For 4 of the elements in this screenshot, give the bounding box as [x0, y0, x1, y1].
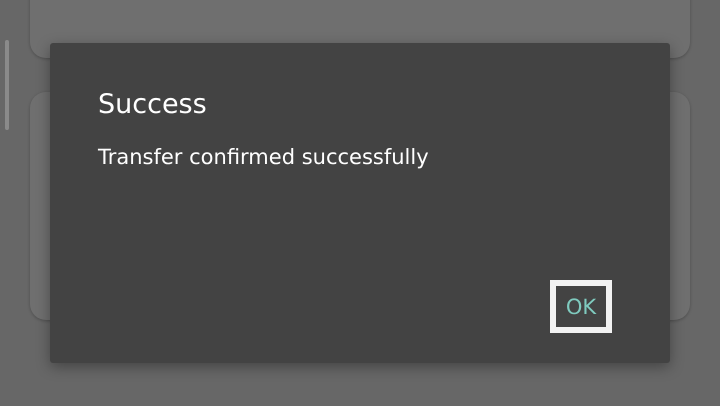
dialog-title: Success: [98, 88, 208, 122]
dialog-message: Transfer confirmed successfully: [98, 144, 430, 171]
ok-button[interactable]: OK: [550, 280, 612, 333]
scrollbar-thumb[interactable]: [5, 40, 9, 130]
